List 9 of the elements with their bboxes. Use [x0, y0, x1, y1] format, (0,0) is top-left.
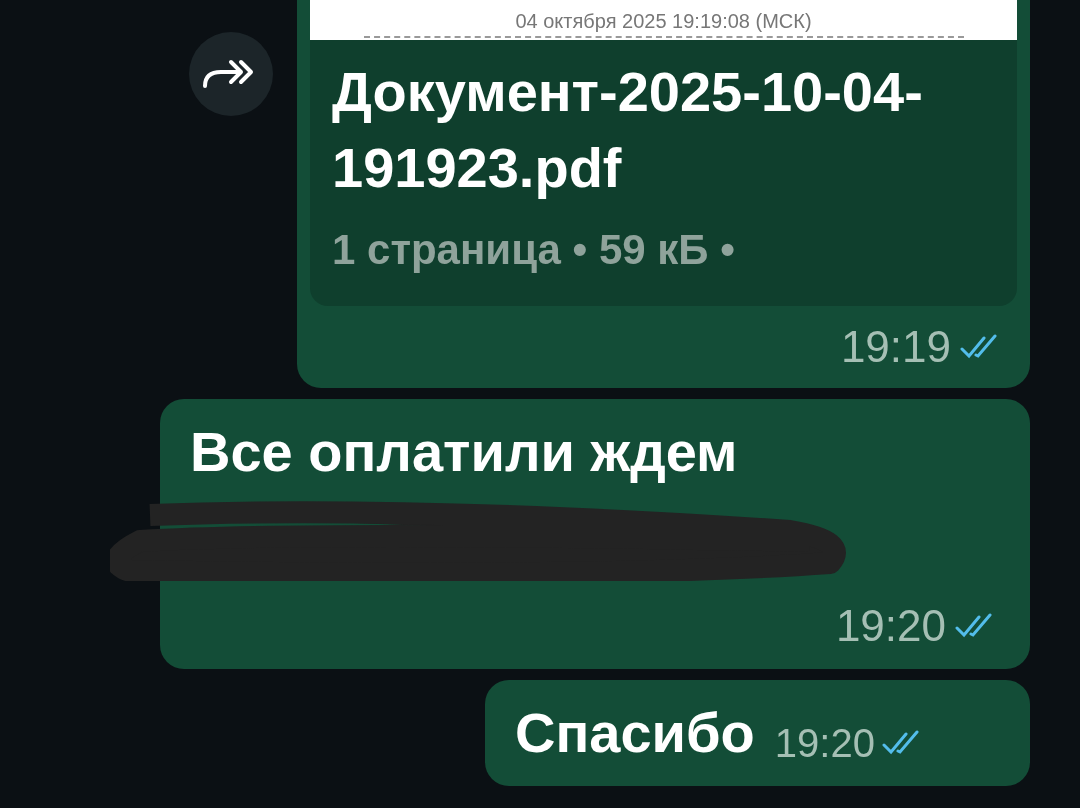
file-name: Документ-2025-10-04-191923.pdf — [332, 59, 924, 201]
message-text: Спасибо — [515, 700, 755, 766]
message-time: 19:19 — [840, 322, 951, 372]
message-time: 19:20 — [835, 601, 946, 651]
message-time: 19:20 — [774, 720, 875, 767]
message-text: Все оплатили ждем — [190, 419, 738, 485]
file-info: 1 страница • 59 кБ • — [332, 225, 736, 275]
document-card[interactable]: 04 октября 2025 19:19:08 (МСК) Документ-2025-10-04-191923.pdf 1 страница • 59 кБ • — [310, 0, 1017, 306]
preview-text: 04 октября 2025 19:19:08 (МСК) — [515, 10, 812, 32]
